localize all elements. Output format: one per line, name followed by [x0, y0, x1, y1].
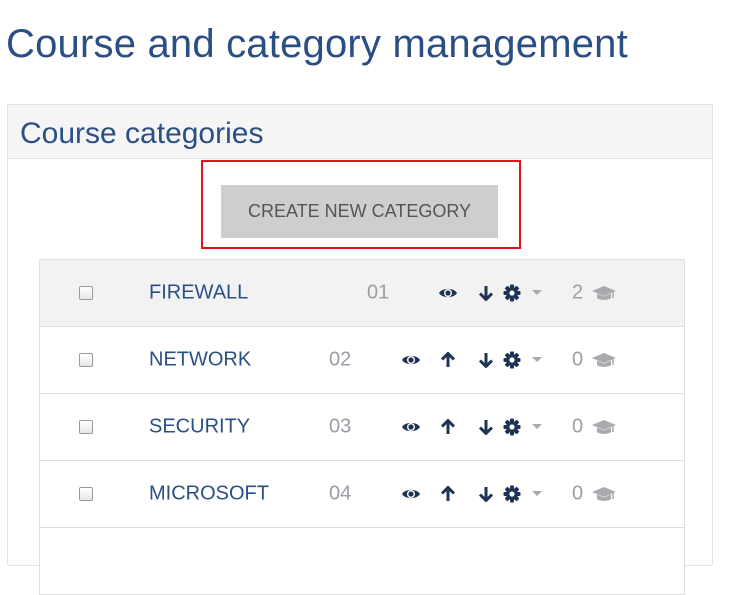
- select-checkbox[interactable]: [79, 487, 93, 501]
- arrow-down-icon[interactable]: [477, 284, 495, 302]
- category-name-link[interactable]: FIREWALL: [149, 282, 248, 305]
- graduation-cap-icon: [592, 487, 616, 501]
- select-checkbox[interactable]: [79, 353, 93, 367]
- course-count: 0: [572, 482, 584, 505]
- eye-icon[interactable]: [401, 420, 421, 434]
- course-categories-panel: Course categories CREATE NEW CATEGORY FI…: [7, 104, 713, 595]
- graduation-cap-icon: [592, 420, 616, 434]
- arrow-down-icon[interactable]: [477, 485, 495, 503]
- list-item: [39, 528, 685, 595]
- course-count: 0: [572, 415, 584, 438]
- category-name-link[interactable]: MICROSOFT: [149, 483, 269, 506]
- panel-title: Course categories: [20, 117, 264, 150]
- list-item: MICROSOFT 04 0: [39, 461, 685, 528]
- course-count: 0: [572, 348, 584, 371]
- select-checkbox[interactable]: [79, 286, 93, 300]
- arrow-up-icon[interactable]: [439, 351, 457, 369]
- graduation-cap-icon: [592, 286, 616, 300]
- list-item: SECURITY 03 0: [39, 394, 685, 461]
- select-checkbox[interactable]: [79, 420, 93, 434]
- graduation-cap-icon: [592, 353, 616, 367]
- course-count: 2: [572, 281, 584, 304]
- eye-icon[interactable]: [401, 487, 421, 501]
- list-item: FIREWALL 01 2: [39, 259, 685, 327]
- panel-header: Course categories: [8, 105, 712, 159]
- caret-down-icon[interactable]: [532, 290, 542, 295]
- caret-down-icon[interactable]: [532, 491, 542, 496]
- page-title: Course and category management: [6, 22, 628, 66]
- gear-icon[interactable]: [503, 351, 521, 369]
- category-idnumber: 03: [329, 415, 352, 438]
- category-idnumber: 04: [329, 482, 352, 505]
- caret-down-icon[interactable]: [532, 424, 542, 429]
- arrow-down-icon[interactable]: [477, 351, 495, 369]
- category-idnumber: 01: [367, 281, 390, 304]
- list-item: NETWORK 02 0: [39, 327, 685, 394]
- gear-icon[interactable]: [503, 485, 521, 503]
- gear-icon[interactable]: [503, 418, 521, 436]
- gear-icon[interactable]: [503, 284, 521, 302]
- caret-down-icon[interactable]: [532, 357, 542, 362]
- create-new-category-button[interactable]: CREATE NEW CATEGORY: [221, 185, 498, 238]
- category-name-link[interactable]: SECURITY: [149, 416, 250, 439]
- category-list: FIREWALL 01 2 NETWORK 02 0 SECURITY 03 0…: [39, 259, 685, 595]
- arrow-down-icon[interactable]: [477, 418, 495, 436]
- eye-icon[interactable]: [401, 353, 421, 367]
- arrow-up-icon[interactable]: [439, 418, 457, 436]
- category-idnumber: 02: [329, 348, 352, 371]
- arrow-up-icon[interactable]: [439, 485, 457, 503]
- eye-icon[interactable]: [438, 286, 458, 300]
- category-name-link[interactable]: NETWORK: [149, 349, 251, 372]
